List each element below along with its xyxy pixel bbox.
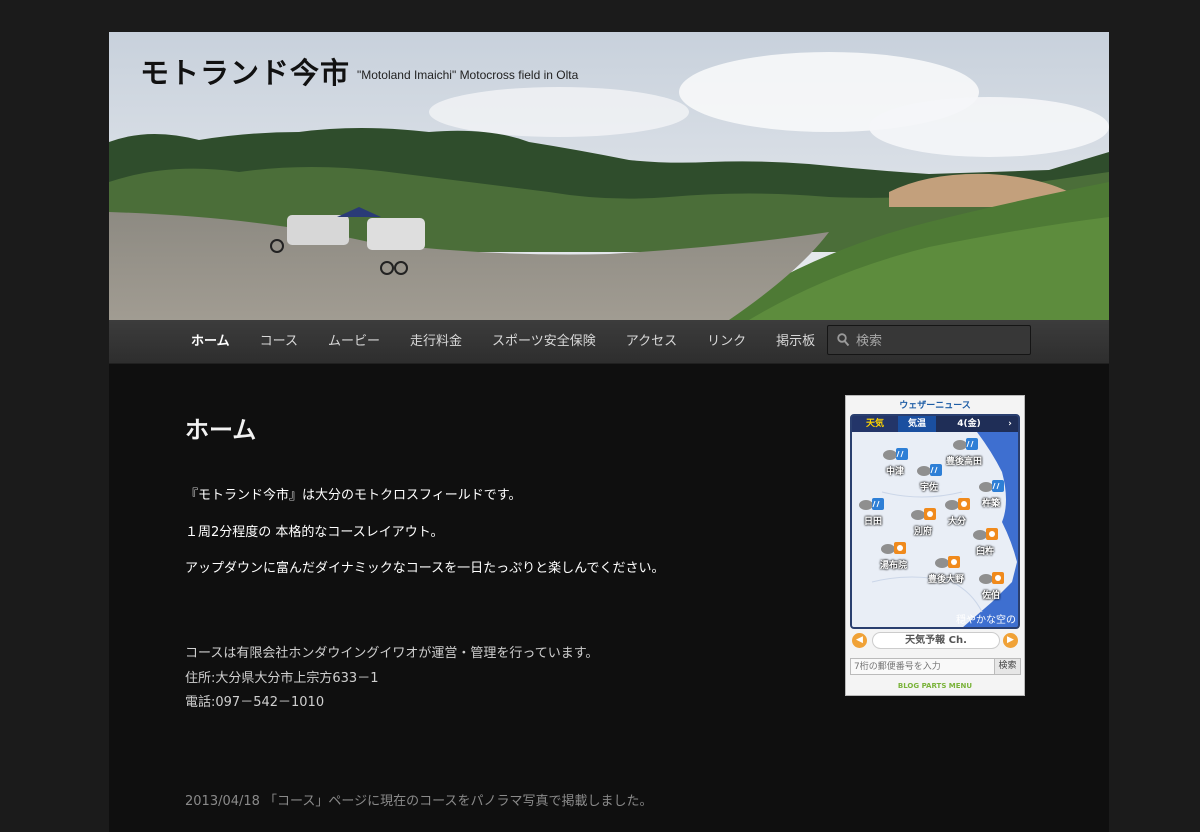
- next-day-arrow-icon[interactable]: ›: [1002, 416, 1018, 432]
- city-oita: 大分: [948, 517, 967, 527]
- weather-brand[interactable]: ウェザーニュース: [846, 398, 1024, 411]
- cloud-rain-icon: [916, 462, 942, 477]
- blog-parts-menu-link[interactable]: BLOG PARTS MENU: [846, 682, 1024, 690]
- cloud-sun-icon: [934, 554, 960, 569]
- operator-text: コースは有限会社ホンダウイングイワオが運営・管理を行っています。: [185, 646, 599, 661]
- main-nav: ホーム コース ムービー 走行料金 スポーツ安全保険 アクセス リンク 掲示板: [109, 320, 1109, 364]
- nav-item-home[interactable]: ホーム: [176, 320, 245, 363]
- weather-map: 天気 気温 4(金) › 中津 豊後高田 宇佐 杵築 日田 別府 大分 臼杵 湯…: [850, 414, 1020, 629]
- intro-paragraph: 『モトランド今市』は大分のモトクロスフィールドです。: [185, 488, 522, 503]
- city-usuki: 臼杵: [976, 547, 995, 557]
- city-usa: 宇佐: [920, 483, 939, 493]
- weather-widget: ウェザーニュース 天気 気温 4(金) › 中津 豊後高田 宇佐 杵築 日田 別…: [845, 395, 1025, 696]
- forecast-date: 4(金): [957, 419, 981, 429]
- zip-search-button[interactable]: 検索: [994, 658, 1021, 675]
- search-icon: [837, 333, 850, 347]
- cloud-sun-icon: [978, 570, 1004, 585]
- channel-bar: ◀ 天気予報 Ch. ▶: [850, 632, 1020, 650]
- city-hita: 日田: [864, 517, 883, 527]
- page: モトランド今市 "Motoland Imaichi" Motocross fie…: [109, 32, 1109, 832]
- header-banner: モトランド今市 "Motoland Imaichi" Motocross fie…: [109, 32, 1109, 320]
- nav-item-movie[interactable]: ムービー: [313, 320, 395, 363]
- zip-input[interactable]: [850, 658, 996, 675]
- cloud-sun-icon: [910, 506, 936, 521]
- tab-weather[interactable]: 天気: [852, 416, 898, 432]
- nav-item-links[interactable]: リンク: [692, 320, 761, 363]
- site-description: "Motoland Imaichi" Motocross field in Ol…: [357, 68, 579, 82]
- site-title[interactable]: モトランド今市: [140, 50, 350, 92]
- channel-label[interactable]: 天気予報 Ch.: [872, 632, 1000, 649]
- city-nakatsu: 中津: [886, 467, 905, 477]
- cloud-rain-icon: [952, 436, 978, 451]
- page-title: ホーム: [185, 416, 257, 444]
- city-saiki: 佐伯: [982, 591, 1001, 601]
- cloud-rain-icon: [858, 496, 884, 511]
- search-input[interactable]: [854, 330, 1028, 352]
- cloud-sun-icon: [880, 540, 906, 555]
- nav-item-access[interactable]: アクセス: [611, 320, 692, 363]
- course-paragraph: １周2分程度の 本格的なコースレイアウト。: [185, 525, 444, 540]
- nav-item-fees[interactable]: 走行料金: [395, 320, 477, 363]
- search-box: [827, 325, 1031, 355]
- weather-caption: 穏やかな空の: [956, 615, 1016, 626]
- city-kitsuki: 杵築: [982, 499, 1001, 509]
- nav-item-insurance[interactable]: スポーツ安全保険: [477, 320, 611, 363]
- nav-item-course[interactable]: コース: [245, 320, 313, 363]
- cloud-rain-icon: [978, 478, 1004, 493]
- phone-text: 電話:097－542－1010: [185, 695, 325, 710]
- next-arrow-icon[interactable]: ▶: [1003, 633, 1018, 648]
- city-bungoono: 豊後大野: [928, 575, 965, 585]
- cloud-sun-icon: [972, 526, 998, 541]
- cloud-sun-icon: [944, 496, 970, 511]
- city-beppu: 別府: [914, 527, 933, 537]
- nav-item-bbs[interactable]: 掲示板: [761, 320, 830, 363]
- address-text: 住所:大分県大分市上宗方633－1: [185, 670, 379, 686]
- prev-arrow-icon[interactable]: ◀: [852, 633, 867, 648]
- city-yufuin: 湯布院: [880, 561, 908, 571]
- tab-temperature[interactable]: 気温: [898, 416, 936, 432]
- city-bungotakada: 豊後高田: [946, 457, 983, 467]
- cloud-rain-icon: [882, 446, 908, 461]
- enjoy-paragraph: アップダウンに富んだダイナミックなコースを一日たっぷりと楽しんでください。: [185, 561, 665, 576]
- weather-tabs: 天気 気温 4(金) ›: [852, 416, 1018, 432]
- contact-info: コースは有限会社ホンダウイングイワオが運営・管理を行っています。 住所:大分県大…: [185, 642, 598, 716]
- nav-menu: ホーム コース ムービー 走行料金 スポーツ安全保険 アクセス リンク 掲示板: [176, 320, 830, 363]
